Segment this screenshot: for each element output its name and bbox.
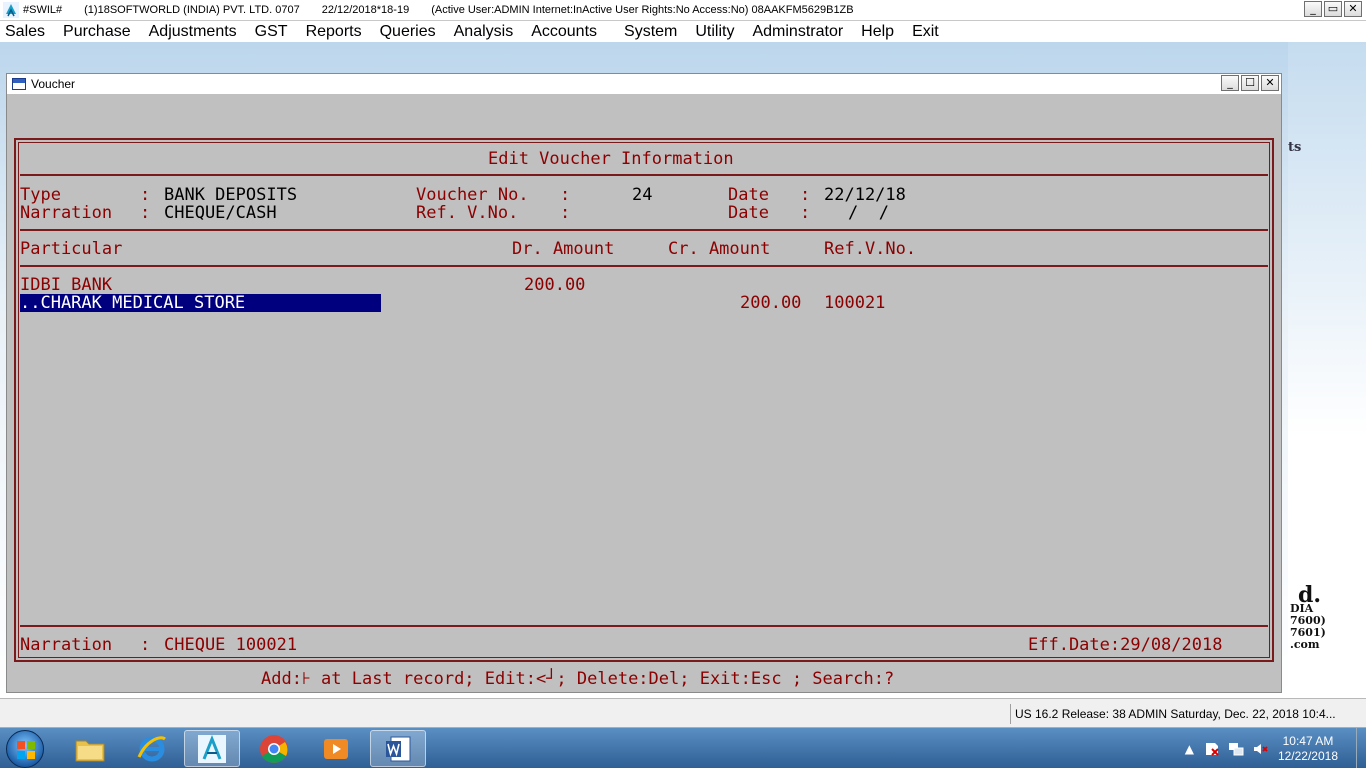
ref-vno-label: Ref. V.No.: [416, 203, 519, 223]
volume-muted-icon[interactable]: [1252, 741, 1268, 757]
col-dr-amount: Dr. Amount: [512, 239, 615, 259]
shortcut-help: Add:⊦ at Last record; Edit:<┘; Delete:De…: [261, 669, 895, 689]
taskbar-word[interactable]: [370, 730, 426, 767]
menu-sales[interactable]: Sales: [5, 23, 45, 41]
voucher-window-title: Voucher: [31, 77, 76, 91]
taskbar: ▲ 10:47 AM 12/22/2018: [0, 727, 1366, 768]
footer-narration-label: Narration: [20, 635, 113, 655]
date-label: Date: [728, 185, 769, 205]
media-player-icon: [324, 738, 348, 759]
status-info: US 16.2 Release: 38 ADMIN Saturday, Dec.…: [1010, 704, 1336, 724]
clock-time: 10:47 AM: [1282, 733, 1334, 748]
folder-icon: [75, 740, 105, 761]
voucher-window-titlebar[interactable]: Voucher _ ☐ ✕: [7, 74, 1281, 94]
app-name: #SWIL#: [23, 4, 63, 16]
divider: [20, 229, 1268, 231]
colon: :: [800, 185, 811, 205]
footer-narration-value: CHEQUE 100021: [164, 635, 298, 655]
windows-logo-icon: [17, 741, 35, 759]
row-cr-amount: 200.00: [740, 293, 802, 313]
window-icon: [12, 78, 26, 90]
session-date: 22/12/2018*18-19: [321, 4, 410, 16]
app-close-button[interactable]: ✕: [1344, 1, 1362, 17]
voucher-window: Voucher _ ☐ ✕ Edit Voucher Information T…: [6, 73, 1282, 693]
app-minimize-button[interactable]: _: [1304, 1, 1322, 17]
user-status: (Active User:ADMIN Internet:InActive Use…: [431, 4, 854, 16]
type-label: Type: [20, 185, 61, 205]
taskbar-swil[interactable]: [184, 730, 240, 767]
menu-queries[interactable]: Queries: [380, 23, 436, 41]
voucher-minimize-button[interactable]: _: [1221, 75, 1239, 91]
colon: :: [560, 185, 571, 205]
col-cr-amount: Cr. Amount: [668, 239, 771, 259]
colon: :: [140, 635, 151, 655]
narration-label: Narration: [20, 203, 113, 223]
word-icon: [386, 736, 411, 761]
tray-expand-icon[interactable]: ▲: [1185, 742, 1194, 756]
menu-reports[interactable]: Reports: [306, 23, 362, 41]
menu-system[interactable]: System: [624, 23, 677, 41]
network-icon[interactable]: [1228, 741, 1244, 757]
menu-gst[interactable]: GST: [255, 23, 288, 41]
ref-date-value[interactable]: / /: [848, 203, 889, 223]
colon: :: [140, 203, 151, 223]
voucher-no-value[interactable]: 24: [632, 185, 652, 205]
swil-app-icon: [198, 734, 226, 763]
menu-bar: Sales Purchase Adjustments GST Reports Q…: [0, 21, 1366, 42]
row-particular: ..CHARAK MEDICAL STORE: [20, 293, 246, 313]
type-value[interactable]: BANK DEPOSITS: [164, 185, 297, 205]
taskbar-internet-explorer[interactable]: [124, 730, 180, 767]
voucher-maximize-button[interactable]: ☐: [1241, 75, 1259, 91]
page-title: Edit Voucher Information: [488, 149, 734, 169]
divider: [20, 625, 1268, 627]
menu-exit[interactable]: Exit: [912, 23, 939, 41]
ref-date-label: Date: [728, 203, 769, 223]
colon: :: [140, 185, 151, 205]
clock-date: 12/22/2018: [1277, 748, 1338, 763]
voucher-close-button[interactable]: ✕: [1261, 75, 1279, 91]
row-ref-vno: 100021: [824, 293, 886, 313]
background-brand-area: ts d. DIA 7600) 7601) .com: [1288, 42, 1366, 698]
taskbar-media-player[interactable]: [308, 730, 364, 767]
narration-value[interactable]: CHEQUE/CASH: [164, 203, 277, 223]
row-dr-amount: 200.00: [524, 275, 586, 295]
menu-purchase[interactable]: Purchase: [63, 23, 131, 41]
menu-adminstrator[interactable]: Adminstrator: [752, 23, 843, 41]
app-title-bar: #SWIL# (1)18SOFTWORLD (INDIA) PVT. LTD. …: [0, 0, 1366, 21]
show-desktop-button[interactable]: [1356, 728, 1366, 768]
app-restore-button[interactable]: ▭: [1324, 1, 1342, 17]
divider: [20, 265, 1268, 267]
clock[interactable]: 10:47 AM 12/22/2018: [1278, 734, 1338, 764]
menu-utility[interactable]: Utility: [695, 23, 734, 41]
internet-explorer-icon: [137, 735, 166, 761]
brand-line: .com: [1290, 638, 1320, 651]
brand-fragment-ts: ts: [1288, 140, 1302, 155]
taskbar-file-explorer[interactable]: [62, 730, 118, 767]
chrome-icon: [260, 734, 288, 763]
voucher-no-label: Voucher No.: [416, 185, 529, 205]
eff-date: Eff.Date:29/08/2018: [1028, 635, 1223, 655]
status-bar: US 16.2 Release: 38 ADMIN Saturday, Dec.…: [0, 698, 1366, 727]
menu-adjustments[interactable]: Adjustments: [149, 23, 237, 41]
menu-help[interactable]: Help: [861, 23, 894, 41]
col-ref-vno: Ref.V.No.: [824, 239, 917, 259]
menu-accounts[interactable]: Accounts: [531, 23, 597, 41]
action-center-icon[interactable]: [1204, 741, 1220, 757]
company-name: (1)18SOFTWORLD (INDIA) PVT. LTD. 0707: [84, 4, 300, 16]
row-particular: IDBI BANK: [20, 275, 113, 295]
divider: [20, 174, 1268, 176]
start-button[interactable]: [6, 730, 44, 768]
colon: :: [560, 203, 571, 223]
taskbar-chrome[interactable]: [246, 730, 302, 767]
col-particular: Particular: [20, 239, 123, 259]
date-value[interactable]: 22/12/18: [824, 185, 906, 205]
menu-analysis[interactable]: Analysis: [454, 23, 514, 41]
colon: :: [800, 203, 811, 223]
voucher-panel: Edit Voucher Information Type : BANK DEP…: [14, 138, 1274, 662]
swil-logo-icon: [3, 2, 19, 18]
system-tray: ▲ 10:47 AM 12/22/2018: [1185, 728, 1366, 768]
